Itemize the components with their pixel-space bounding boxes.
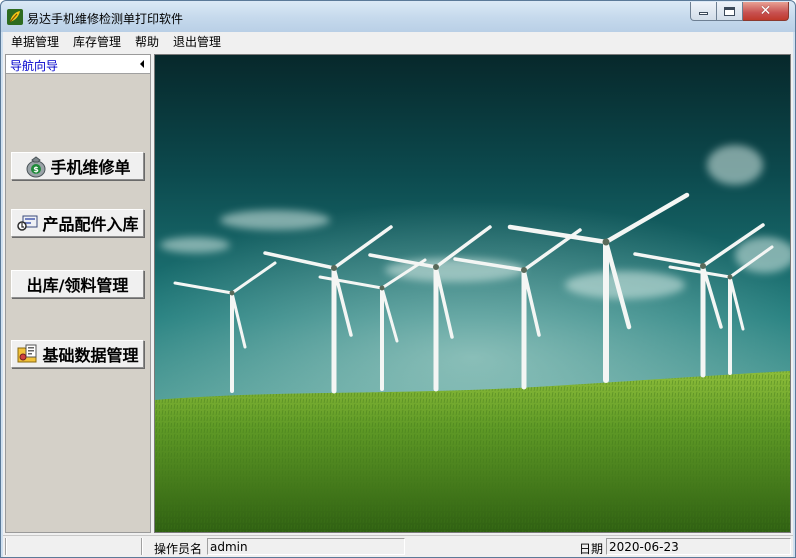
title-bar[interactable]: 易达手机维修检测单打印软件 ✕ — [1, 1, 795, 32]
svg-text:$: $ — [34, 165, 40, 174]
menu-documents[interactable]: 单据管理 — [3, 33, 66, 52]
maximize-icon — [724, 6, 735, 16]
menu-bar: 单据管理 库存管理 帮助 退出管理 — [3, 32, 793, 53]
menu-help[interactable]: 帮助 — [128, 33, 166, 52]
minimize-button[interactable] — [690, 2, 717, 21]
sidebar-title: 导航向导 — [10, 59, 59, 73]
status-divider — [5, 538, 7, 555]
date-label: 日期 — [579, 542, 604, 556]
minimize-icon — [699, 12, 708, 15]
client-area: 单据管理 库存管理 帮助 退出管理 导航向导 $ 手机维修单 产品配件入库 出库… — [3, 32, 793, 557]
app-leaf-icon — [7, 9, 23, 25]
money-bag-icon: $ — [26, 156, 46, 178]
parts-stock-in-label: 产品配件入库 — [42, 215, 139, 234]
status-bar: 操作员名 admin 日期 2020-06-23 — [3, 535, 793, 557]
date-field: 2020-06-23 — [606, 538, 791, 555]
close-icon: ✕ — [759, 3, 772, 19]
sidebar-header: 导航向导 — [6, 55, 150, 74]
app-window: 易达手机维修检测单打印软件 ✕ 单据管理 库存管理 帮助 退出管理 导航向导 $… — [0, 0, 796, 558]
stock-out-button[interactable]: 出库/领料管理 — [11, 270, 144, 298]
window-controls: ✕ — [690, 2, 789, 22]
operator-name-field: admin — [207, 538, 405, 555]
base-data-button[interactable]: 基础数据管理 — [11, 340, 144, 368]
collapse-arrow-icon[interactable] — [140, 60, 144, 68]
repair-order-label: 手机维修单 — [50, 158, 131, 177]
operator-label: 操作员名 — [154, 542, 203, 556]
maximize-button[interactable] — [717, 2, 743, 21]
window-title: 易达手机维修检测单打印软件 — [27, 12, 184, 26]
menu-inventory[interactable]: 库存管理 — [66, 33, 128, 52]
parts-stock-in-button[interactable]: 产品配件入库 — [11, 209, 144, 237]
wind-turbine-background-image — [155, 55, 790, 532]
stock-out-label: 出库/领料管理 — [26, 276, 129, 295]
close-button[interactable]: ✕ — [743, 2, 789, 21]
product-import-icon — [17, 215, 38, 231]
folder-settings-icon — [17, 344, 37, 363]
menu-exit[interactable]: 退出管理 — [166, 33, 228, 52]
navigation-sidebar: 导航向导 $ 手机维修单 产品配件入库 出库/领料管理 基础数据管理 — [5, 54, 151, 533]
repair-order-button[interactable]: $ 手机维修单 — [11, 152, 144, 180]
status-divider — [141, 538, 143, 555]
main-content-area — [154, 54, 791, 533]
base-data-label: 基础数据管理 — [42, 346, 139, 365]
